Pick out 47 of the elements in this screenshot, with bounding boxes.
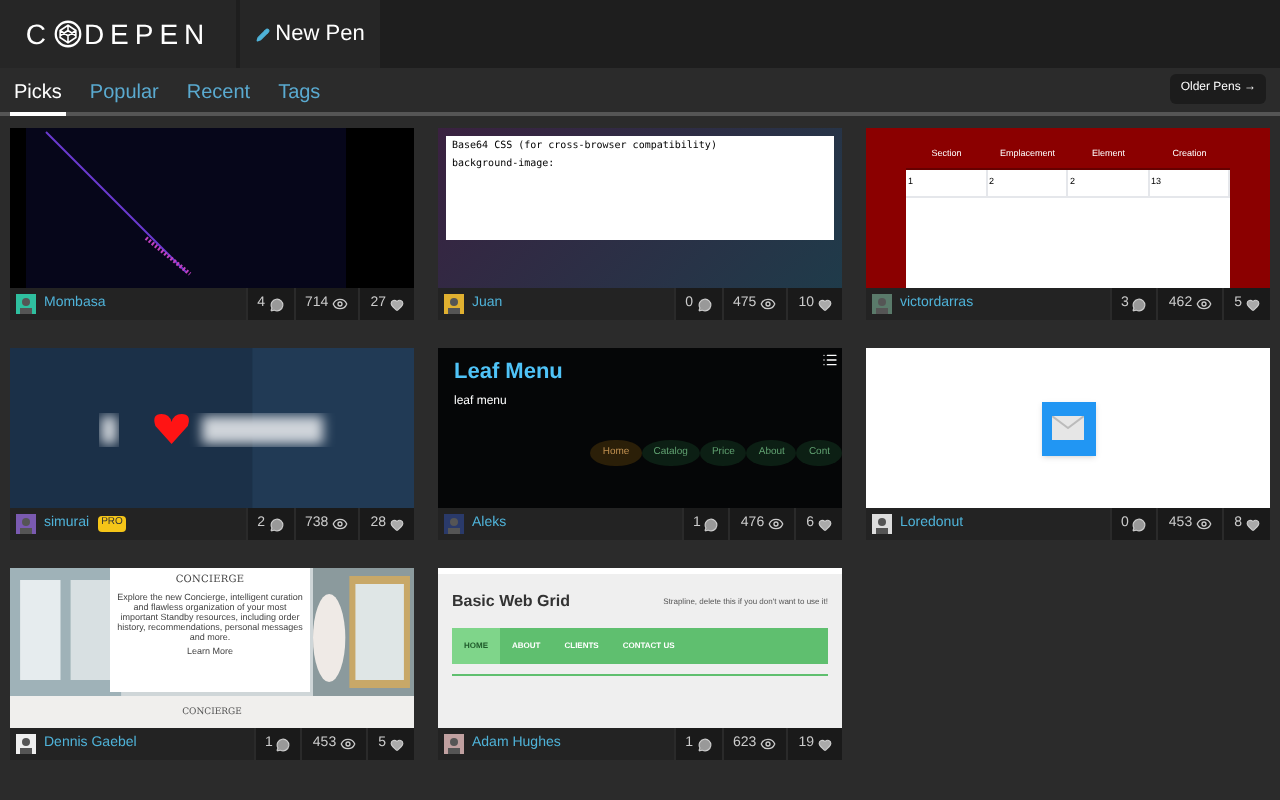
avatar	[872, 294, 892, 314]
pencil-icon	[255, 27, 270, 41]
tab[interactable]: Popular	[85, 78, 163, 112]
comment-icon	[1132, 517, 1147, 531]
eye-icon	[1196, 296, 1213, 312]
heart-icon	[818, 517, 832, 531]
comment-icon	[697, 297, 712, 311]
heart-icon	[818, 737, 832, 751]
codepen-logo[interactable]: C DEPEN	[0, 0, 236, 68]
avatar	[16, 294, 36, 314]
eye-icon	[760, 736, 777, 752]
avatar	[16, 734, 36, 754]
eye-icon	[1196, 516, 1213, 532]
eye-icon	[768, 516, 785, 532]
comment-icon	[276, 737, 291, 751]
preview-title: Leaf Menu	[454, 358, 565, 388]
mail-icon	[1041, 401, 1095, 455]
avatar	[444, 294, 464, 314]
list-icon[interactable]	[822, 352, 838, 368]
heart-icon	[1246, 517, 1260, 531]
avatar	[444, 514, 464, 534]
tab[interactable]: Picks	[10, 78, 66, 116]
new-pen-button[interactable]: New Pen	[240, 0, 380, 68]
eye-icon	[332, 516, 349, 532]
avatar	[444, 734, 464, 754]
preview-title: Basic Web Grid	[452, 590, 570, 614]
pen-card[interactable]	[10, 568, 414, 760]
logo-text: DEPEN	[83, 15, 211, 53]
cube-logo-icon	[53, 20, 82, 48]
comment-icon	[697, 737, 712, 751]
eye-icon	[332, 296, 349, 312]
heart-icon	[390, 297, 404, 311]
eye-icon	[760, 296, 777, 312]
avatar	[872, 514, 892, 534]
heart-icon	[390, 517, 404, 531]
heart-icon	[390, 737, 404, 751]
heart-icon	[818, 297, 832, 311]
tab[interactable]: Tags	[274, 78, 325, 112]
logo-text: C	[25, 15, 52, 53]
comment-icon	[1132, 297, 1147, 311]
comment-icon	[704, 517, 719, 531]
tab[interactable]: Recent	[182, 78, 255, 112]
comment-icon	[269, 297, 284, 311]
heart-icon	[1246, 297, 1260, 311]
avatar	[16, 514, 36, 534]
comment-icon	[269, 517, 284, 531]
eye-icon	[340, 736, 357, 752]
